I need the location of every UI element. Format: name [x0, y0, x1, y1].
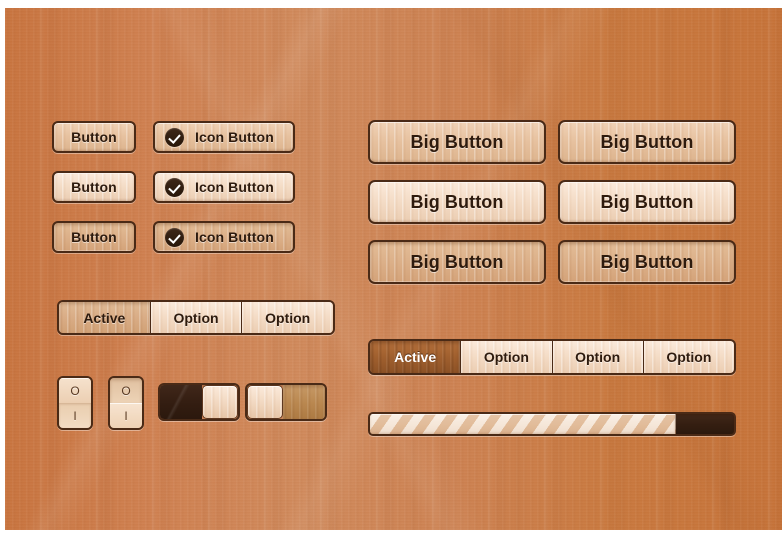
big-button-hover-2[interactable]: Big Button [558, 180, 736, 224]
big-button-pressed-1[interactable]: Big Button [368, 240, 546, 284]
big-button-label: Big Button [410, 131, 504, 152]
rocker-bottom-half[interactable]: I [59, 403, 91, 428]
button-label: Button [71, 179, 117, 195]
icon-button-label: Icon Button [195, 229, 274, 245]
segment-option-2[interactable]: Option [552, 341, 644, 373]
segment-label: Active [83, 309, 126, 326]
segment-label: Option [173, 309, 219, 326]
big-button-normal-1[interactable]: Big Button [368, 120, 546, 164]
rocker-symbol-o: O [70, 383, 80, 398]
check-circle-icon [165, 127, 184, 147]
big-button-label: Big Button [600, 131, 694, 152]
button-label: Button [71, 129, 117, 145]
check-circle-icon [165, 227, 184, 247]
rocker-top-half[interactable]: O [59, 378, 91, 403]
segment-option-2[interactable]: Option [242, 302, 333, 333]
segmented-control-left[interactable]: Active Option Option [57, 300, 335, 335]
toggle-knob[interactable] [203, 386, 237, 418]
button-pressed[interactable]: Button [52, 221, 136, 253]
screenshot-root: Button Button Button Icon Button Icon Bu… [0, 0, 782, 540]
toggle-knob[interactable] [248, 386, 282, 418]
rocker-symbol-i: I [73, 408, 77, 423]
rocker-switch-down[interactable]: O I [108, 376, 144, 430]
segment-option-1[interactable]: Option [150, 302, 243, 333]
segment-label: Active [394, 349, 437, 365]
rocker-switch-up[interactable]: O I [57, 376, 93, 430]
rocker-bottom-half[interactable]: I [110, 403, 142, 428]
icon-button-hover[interactable]: Icon Button [153, 171, 295, 203]
toggle-switch-off[interactable] [245, 383, 327, 421]
segment-label: Option [666, 349, 712, 365]
wood-board-background: Button Button Button Icon Button Icon Bu… [5, 8, 782, 530]
big-button-label: Big Button [410, 251, 504, 272]
big-button-label: Big Button [600, 251, 694, 272]
button-hover[interactable]: Button [52, 171, 136, 203]
segment-label: Option [575, 349, 621, 365]
segment-option-3[interactable]: Option [643, 341, 734, 373]
segment-active[interactable]: Active [59, 302, 151, 333]
segment-label: Option [483, 349, 529, 365]
rocker-symbol-i: I [124, 408, 128, 423]
toggle-switch-on[interactable] [158, 383, 240, 421]
big-button-label: Big Button [410, 191, 504, 212]
progress-bar [368, 412, 736, 436]
check-circle-icon [165, 177, 184, 197]
big-button-label: Big Button [600, 191, 694, 212]
segment-label: Option [265, 309, 311, 326]
big-button-normal-2[interactable]: Big Button [558, 120, 736, 164]
big-button-hover-1[interactable]: Big Button [368, 180, 546, 224]
icon-button-label: Icon Button [195, 179, 274, 195]
big-button-pressed-2[interactable]: Big Button [558, 240, 736, 284]
toggle-track-empty [283, 385, 325, 419]
button-label: Button [71, 229, 117, 245]
segment-option-1[interactable]: Option [461, 341, 553, 373]
progress-bar-fill [370, 414, 676, 434]
segmented-control-right[interactable]: Active Option Option Option [368, 339, 736, 375]
rocker-symbol-o: O [121, 383, 131, 398]
icon-button-label: Icon Button [195, 129, 274, 145]
icon-button-normal[interactable]: Icon Button [153, 121, 295, 153]
rocker-top-half[interactable]: O [110, 378, 142, 403]
icon-button-pressed[interactable]: Icon Button [153, 221, 295, 253]
toggle-track-filled [160, 385, 202, 419]
segment-active[interactable]: Active [370, 341, 462, 373]
button-normal[interactable]: Button [52, 121, 136, 153]
